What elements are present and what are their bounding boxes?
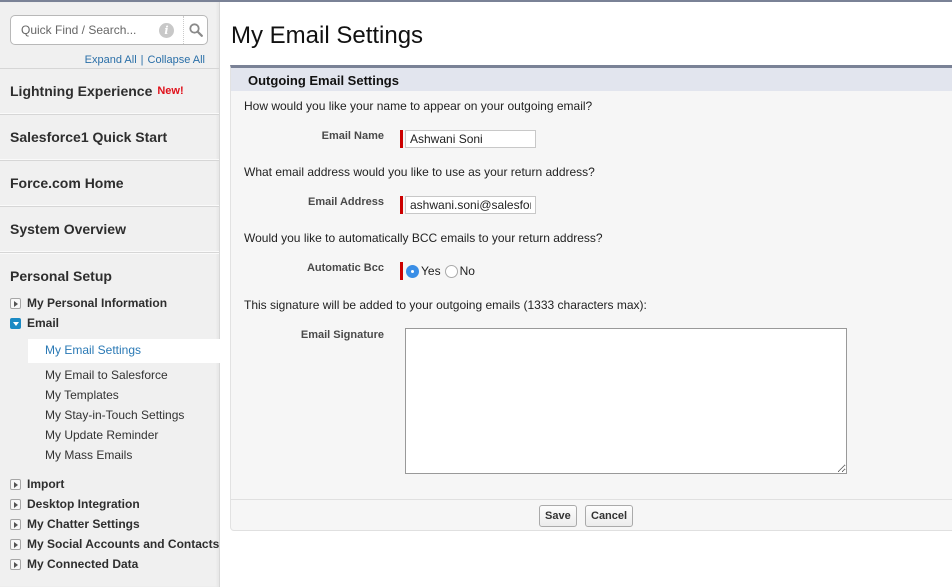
link-separator: | <box>140 54 144 66</box>
sub-item-my-update-reminder[interactable]: My Update Reminder <box>45 428 158 442</box>
personal-setup-heading: Personal Setup <box>10 268 112 284</box>
tree-my-connected-data[interactable]: My Connected Data <box>10 555 138 573</box>
tree-email[interactable]: Email <box>10 314 59 332</box>
bcc-yes-label[interactable]: Yes <box>421 264 441 278</box>
nav-label: Force.com Home <box>10 175 124 191</box>
nav-lightning-experience[interactable]: Lightning Experience New! <box>0 68 219 114</box>
nav-system-overview[interactable]: System Overview <box>0 206 219 252</box>
bcc-no-label[interactable]: No <box>460 264 475 278</box>
sub-item-my-email-to-salesforce[interactable]: My Email to Salesforce <box>45 368 168 382</box>
required-indicator <box>400 130 403 148</box>
tree-import[interactable]: Import <box>10 475 64 493</box>
email-name-input[interactable] <box>405 130 536 148</box>
email-signature-textarea[interactable] <box>405 328 847 474</box>
tree-label: My Connected Data <box>27 557 139 571</box>
quick-find-box: i <box>10 15 208 45</box>
expand-collapse-links: Expand All | Collapse All <box>85 54 205 66</box>
required-indicator <box>400 196 403 214</box>
tree-my-chatter-settings[interactable]: My Chatter Settings <box>10 515 140 533</box>
expand-toggle-icon[interactable] <box>10 518 21 530</box>
expand-toggle-icon[interactable] <box>10 297 21 309</box>
tree-label: My Social Accounts and Contacts <box>27 537 220 551</box>
nav-label: System Overview <box>10 221 126 237</box>
page-title: My Email Settings <box>231 22 424 49</box>
tree-my-social-accounts-and-contacts[interactable]: My Social Accounts and Contacts <box>10 535 219 553</box>
expand-all-link[interactable]: Expand All <box>85 54 137 66</box>
sub-item-my-templates[interactable]: My Templates <box>45 388 119 402</box>
search-icon <box>189 23 203 37</box>
automatic-bcc-label: Automatic Bcc <box>306 262 384 274</box>
email-name-label: Email Name <box>321 130 384 142</box>
nav-force-com-home[interactable]: Force.com Home <box>0 160 219 206</box>
tree-my-personal-information[interactable]: My Personal Information <box>10 294 167 312</box>
expand-toggle-icon[interactable] <box>10 478 21 490</box>
tree-desktop-integration[interactable]: Desktop Integration <box>10 495 140 513</box>
nav-salesforce1-quick-start[interactable]: Salesforce1 Quick Start <box>0 114 219 160</box>
section-divider <box>0 252 219 254</box>
save-button[interactable]: Save <box>539 505 577 527</box>
cancel-button[interactable]: Cancel <box>585 505 634 527</box>
collapse-toggle-icon[interactable] <box>10 317 21 329</box>
automatic-bcc-radio-group: Yes No <box>406 264 479 278</box>
tree-label: Email <box>27 316 60 330</box>
setup-sidebar: i Expand All| Collapse All Lightning Expe… <box>0 2 220 587</box>
email-address-question: What email address would you like to use… <box>244 165 595 179</box>
required-indicator <box>400 262 403 280</box>
collapse-all-link[interactable]: Collapse All <box>148 54 205 66</box>
tree-label: My Personal Information <box>27 296 168 310</box>
bcc-no-radio[interactable] <box>444 264 458 278</box>
nav-label: Lightning Experience <box>10 83 153 99</box>
expand-toggle-icon[interactable] <box>10 558 21 570</box>
email-address-input[interactable] <box>405 196 536 214</box>
quick-find-input[interactable] <box>11 16 161 44</box>
new-badge: New! <box>157 85 184 97</box>
email-signature-label: Email Signature <box>300 329 384 341</box>
sub-item-my-stay-in-touch-settings[interactable]: My Stay-in-Touch Settings <box>45 408 184 422</box>
outgoing-email-settings-panel: Outgoing Email Settings How would you li… <box>230 65 952 531</box>
sub-item-my-mass-emails[interactable]: My Mass Emails <box>45 448 132 462</box>
tree-label: Import <box>27 477 65 491</box>
bcc-yes-radio[interactable] <box>406 264 419 278</box>
nav-label: Salesforce1 Quick Start <box>10 129 168 145</box>
email-name-question: How would you like your name to appear o… <box>244 99 593 113</box>
search-button[interactable] <box>184 16 208 44</box>
bcc-question: Would you like to automatically BCC emai… <box>244 231 603 245</box>
button-bar-divider <box>231 499 952 500</box>
tree-label: Desktop Integration <box>27 497 140 511</box>
panel-header: Outgoing Email Settings <box>231 68 952 91</box>
expand-toggle-icon[interactable] <box>10 498 21 510</box>
info-icon[interactable]: i <box>159 23 174 38</box>
signature-question: This signature will be added to your out… <box>244 298 647 312</box>
email-address-label: Email Address <box>307 196 384 208</box>
expand-toggle-icon[interactable] <box>10 538 21 550</box>
tree-label: My Chatter Settings <box>27 517 140 531</box>
sub-item-my-email-settings[interactable]: My Email Settings <box>45 343 141 357</box>
